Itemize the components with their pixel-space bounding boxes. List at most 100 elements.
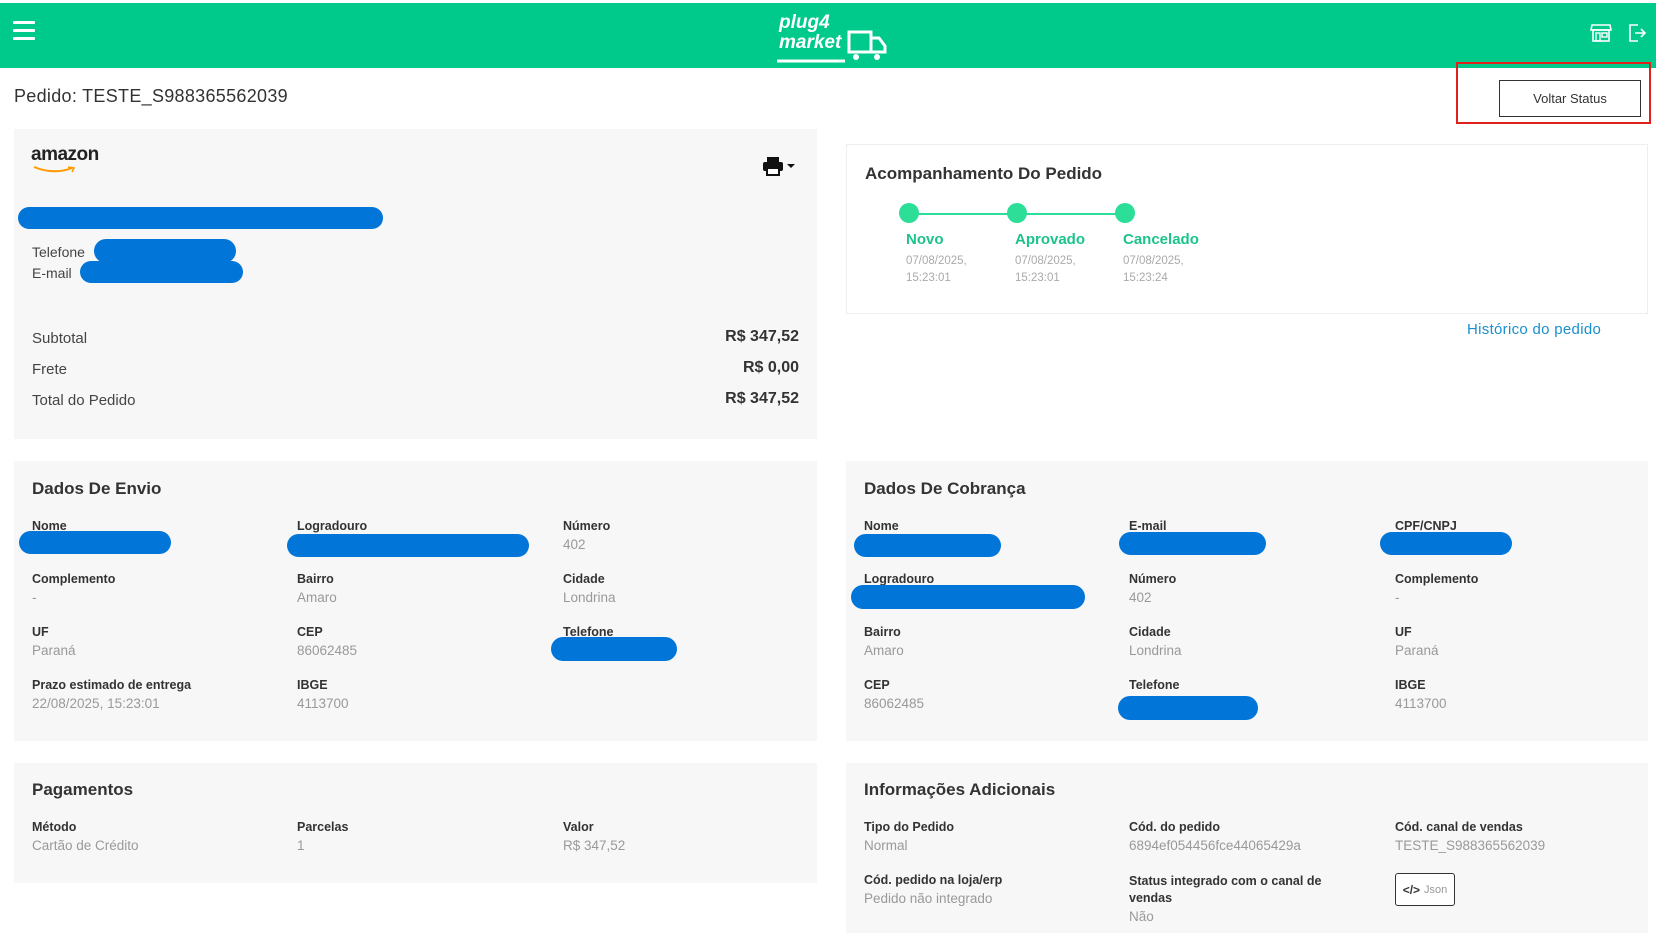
ship-uf-value: Paraná [32,643,76,658]
bill-email-label: E-mail [1129,519,1167,533]
bill-uf-value: Paraná [1395,643,1439,658]
ship-bairro-label: Bairro [297,572,334,586]
timeline-step-novo: Novo [906,231,944,248]
bill-logradouro-redacted [851,585,1085,609]
bill-logradouro-label: Logradouro [864,572,935,586]
ship-cidade-value: Londrina [563,590,616,605]
shipping-title: Dados De Envio [32,479,162,498]
add-tipo-label: Tipo do Pedido [864,820,955,834]
timeline-dot-novo [899,203,919,223]
total-value: R$ 347,52 [725,390,799,407]
ship-complemento-value: - [32,590,37,605]
caret-down-icon[interactable] [786,162,796,170]
add-status-label: Status integrado com o canal de vendas [1129,874,1322,905]
add-cod-canal-value: TESTE_S988365562039 [1395,838,1546,853]
ship-bairro-value: Amaro [297,590,337,605]
bill-uf-label: UF [1395,625,1412,639]
ship-numero-value: 402 [563,537,586,552]
bill-cpf-redacted [1380,532,1512,555]
ship-complemento-label: Complemento [32,572,116,586]
ship-nome-redacted [19,531,171,554]
additional-info-card: Informações Adicionais Tipo do Pedido No… [846,763,1648,933]
pay-metodo-value: Cartão de Crédito [32,838,139,853]
logo-text-line1: plug4 [779,12,830,33]
order-title: Pedido: TESTE_S988365562039 [14,86,288,106]
tracking-card: Acompanhamento Do Pedido Novo 07/08/2025… [846,144,1648,314]
bill-cidade-label: Cidade [1129,625,1171,639]
hamburger-menu-icon[interactable] [13,21,35,40]
timeline-dot-aprovado [1007,203,1027,223]
frete-label: Frete [32,361,68,378]
pay-metodo-label: Método [32,820,77,834]
voltar-status-button[interactable]: Voltar Status [1499,80,1641,117]
historico-pedido-link[interactable]: Histórico do pedido [1467,321,1601,338]
timeline-step-aprovado: Aprovado [1015,231,1086,248]
billing-title: Dados De Cobrança [864,479,1026,498]
bill-email-redacted [1119,532,1266,555]
subtotal-value: R$ 347,52 [725,328,799,345]
bill-complemento-value: - [1395,590,1400,605]
additional-title: Informações Adicionais [864,780,1056,799]
logout-icon[interactable] [1628,23,1647,43]
add-cod-loja-label: Cód. pedido na loja/erp [864,873,1003,887]
pay-valor-label: Valor [563,820,594,834]
bill-numero-label: Número [1129,572,1177,586]
frete-value: R$ 0,00 [742,359,799,376]
json-button-label: Json [1424,883,1448,896]
ship-ibge-value: 4113700 [297,696,349,711]
json-button[interactable]: </> Json [1395,873,1455,906]
customer-name-redacted [18,207,383,229]
top-right-icons [1578,23,1647,48]
bill-telefone-redacted [1118,696,1258,720]
printer-icon[interactable] [762,156,784,176]
add-cod-pedido-label: Cód. do pedido [1129,820,1220,834]
pay-parcelas-value: 1 [297,838,305,853]
ship-cidade-label: Cidade [563,572,605,586]
bill-bairro-value: Amaro [864,643,904,658]
ship-logradouro-redacted [287,534,529,557]
bill-ibge-value: 4113700 [1395,696,1447,711]
phone-label: Telefone [32,244,85,260]
timeline-date-novo: 07/08/2025, 15:23:01 [906,255,967,284]
ship-cep-label: CEP [297,625,323,639]
timeline-date-cancelado: 07/08/2025, 15:23:24 [1123,255,1184,284]
tracking-title: Acompanhamento Do Pedido [865,164,1103,183]
bill-cep-value: 86062485 [864,696,925,711]
bill-telefone-label: Telefone [1129,678,1180,692]
add-status-value: Não [1129,909,1154,924]
ship-prazo-label: Prazo estimado de entrega [32,678,192,692]
ship-numero-label: Número [563,519,611,533]
billing-card: Dados De Cobrança Nome E-mail CPF/CNPJ L… [846,461,1648,741]
total-label: Total do Pedido [32,392,136,409]
email-label: E-mail [32,265,72,281]
ship-cep-value: 86062485 [297,643,358,658]
timeline-dot-cancelado [1115,203,1135,223]
print-dropdown[interactable] [762,156,795,181]
bill-nome-redacted [854,534,1001,557]
bill-complemento-label: Complemento [1395,572,1479,586]
bill-cidade-value: Londrina [1129,643,1182,658]
amazon-smile-icon [33,166,76,173]
payments-card: Pagamentos Método Cartão de Crédito Parc… [14,763,817,883]
add-cod-pedido-value: 6894ef054456fce44065429a [1129,838,1301,853]
store-icon[interactable] [1589,23,1612,43]
code-icon: </> [1402,882,1421,897]
plug4market-logo[interactable]: plug4 market [775,11,890,63]
shipping-card: Dados De Envio Nome Logradouro Número 40… [14,461,817,741]
bill-numero-value: 402 [1129,590,1152,605]
payments-title: Pagamentos [32,780,134,799]
ship-uf-label: UF [32,625,49,639]
bill-bairro-label: Bairro [864,625,901,639]
add-cod-canal-label: Cód. canal de vendas [1395,820,1523,834]
bill-nome-label: Nome [864,519,899,533]
ship-ibge-label: IBGE [297,678,328,692]
amazon-logo: amazon [31,144,99,173]
bill-cpf-label: CPF/CNPJ [1395,519,1457,533]
pay-valor-value: R$ 347,52 [563,838,626,853]
ship-telefone-redacted [551,637,677,661]
add-tipo-value: Normal [864,838,908,853]
subtotal-label: Subtotal [32,330,88,347]
cart-truck-icon [847,30,887,60]
order-summary-card: amazon Telefone E-mail Subtotal R$ 347,5… [14,129,817,439]
top-navbar: plug4 market [0,3,1656,68]
